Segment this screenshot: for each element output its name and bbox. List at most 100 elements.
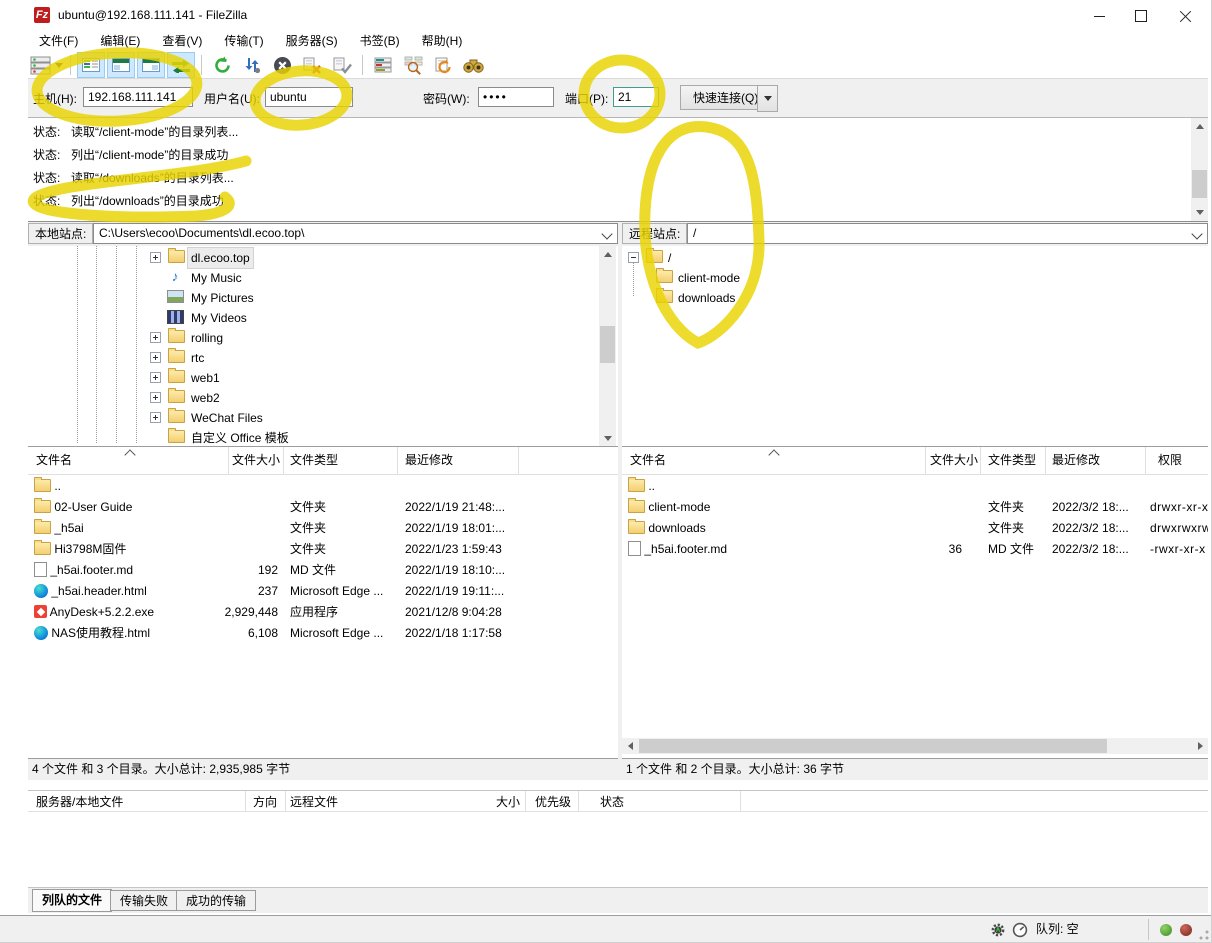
column-filename[interactable]: 文件名 [630, 447, 666, 474]
port-input[interactable] [613, 87, 659, 107]
collapse-icon[interactable] [628, 252, 639, 263]
file-row[interactable]: client-mode 文件夹 2022/3/2 18:... drwxr-xr… [622, 497, 1208, 518]
resize-grip[interactable] [1199, 930, 1209, 940]
expand-icon[interactable] [150, 412, 161, 423]
file-row[interactable]: 02-User Guide 文件夹 2022/1/19 21:48:... [28, 497, 618, 518]
scroll-up-icon[interactable] [1191, 118, 1208, 135]
expand-icon[interactable] [150, 332, 161, 343]
tree-item-label[interactable]: web1 [191, 368, 220, 388]
menu-view[interactable]: 查看(V) [151, 30, 213, 52]
maximize-button[interactable] [1124, 5, 1158, 27]
process-queue-button[interactable] [238, 52, 266, 78]
chevron-down-icon[interactable] [601, 228, 612, 239]
expand-icon[interactable] [150, 372, 161, 383]
log-scroll-thumb[interactable] [1192, 170, 1207, 198]
tree-item-label[interactable]: downloads [678, 288, 735, 308]
file-row[interactable]: _h5ai.header.html 237 Microsoft Edge ...… [28, 581, 618, 602]
scroll-down-icon[interactable] [1191, 204, 1208, 221]
tree-item-dl-ecoo-top[interactable]: dl.ecoo.top [28, 248, 618, 268]
tree-item-label[interactable]: My Pictures [191, 288, 254, 308]
speed-limit-gauge-icon[interactable] [1012, 922, 1028, 938]
scroll-right-icon[interactable] [1192, 738, 1208, 754]
scroll-up-icon[interactable] [599, 246, 616, 263]
column-filetype[interactable]: 文件类型 [988, 447, 1036, 474]
tree-item-label[interactable]: / [668, 248, 671, 268]
remote-site-combo[interactable]: / [687, 223, 1208, 244]
column-priority[interactable]: 优先级 [535, 791, 571, 813]
tree-item-web2[interactable]: web2 [28, 388, 618, 408]
tree-item-label[interactable]: rolling [191, 328, 223, 348]
tree-item-rtc[interactable]: rtc [28, 348, 618, 368]
toggle-remote-tree-button[interactable] [137, 52, 165, 78]
column-filetype[interactable]: 文件类型 [290, 447, 338, 474]
file-row[interactable]: Hi3798M固件 文件夹 2022/1/23 1:59:43 [28, 539, 618, 560]
tree-item-custom-office-templates[interactable]: 自定义 Office 模板 [28, 428, 618, 447]
expand-icon[interactable] [150, 392, 161, 403]
column-status[interactable]: 状态 [600, 791, 624, 813]
file-row[interactable]: .. [622, 476, 1208, 497]
local-site-combo[interactable]: C:\Users\ecoo\Documents\dl.ecoo.top\ [93, 223, 618, 244]
reconnect-button[interactable] [328, 52, 356, 78]
column-filename[interactable]: 文件名 [36, 447, 72, 474]
password-input[interactable] [478, 87, 554, 107]
file-row[interactable]: _h5ai.footer.md 192 MD 文件 2022/1/19 18:1… [28, 560, 618, 581]
expand-icon[interactable] [150, 352, 161, 363]
file-row[interactable]: AnyDesk+5.2.2.exe 2,929,448 应用程序 2021/12… [28, 602, 618, 623]
tree-item-label[interactable]: rtc [191, 348, 204, 368]
menu-edit[interactable]: 编辑(E) [89, 30, 151, 52]
column-remote-file[interactable]: 远程文件 [290, 791, 338, 813]
file-row[interactable]: downloads 文件夹 2022/3/2 18:... drwxrwxrwx [622, 518, 1208, 539]
expand-icon[interactable] [150, 252, 161, 263]
local-tree-scroll-thumb[interactable] [600, 326, 615, 363]
file-row[interactable]: NAS使用教程.html 6,108 Microsoft Edge ... 20… [28, 623, 618, 644]
tab-queued-files[interactable]: 列队的文件 [32, 889, 112, 912]
disconnect-button[interactable] [298, 52, 326, 78]
log-scrollbar[interactable] [1191, 118, 1208, 221]
tree-item-root[interactable]: / [622, 248, 1208, 268]
tree-item-label[interactable]: web2 [191, 388, 220, 408]
minimize-button[interactable] [1082, 5, 1116, 27]
toggle-transfer-queue-button[interactable] [167, 52, 195, 78]
remote-hscroll-thumb[interactable] [639, 739, 1107, 753]
tree-item-label[interactable]: My Videos [191, 308, 247, 328]
tree-item-web1[interactable]: web1 [28, 368, 618, 388]
tree-item-label[interactable]: My Music [191, 268, 242, 288]
file-row[interactable]: _h5ai.footer.md 36 MD 文件 2022/3/2 18:...… [622, 539, 1208, 560]
tree-item-my-music[interactable]: My Music [28, 268, 618, 288]
toggle-local-tree-button[interactable] [107, 52, 135, 78]
cancel-operation-button[interactable] [268, 52, 296, 78]
tab-failed-transfers[interactable]: 传输失败 [110, 890, 178, 911]
close-button[interactable] [1168, 5, 1202, 27]
tree-item-my-videos[interactable]: My Videos [28, 308, 618, 328]
column-filesize[interactable]: 文件大小 [930, 447, 978, 474]
site-manager-button[interactable] [29, 52, 64, 78]
synchronized-browsing-button[interactable] [429, 52, 457, 78]
menu-transfer[interactable]: 传输(T) [213, 30, 274, 52]
column-server-local-file[interactable]: 服务器/本地文件 [36, 791, 123, 813]
scroll-down-icon[interactable] [599, 430, 616, 447]
tree-item-label[interactable]: 自定义 Office 模板 [191, 428, 289, 447]
tree-item-wechat-files[interactable]: WeChat Files [28, 408, 618, 428]
menu-help[interactable]: 帮助(H) [411, 30, 474, 52]
file-row[interactable]: _h5ai 文件夹 2022/1/19 18:01:... [28, 518, 618, 539]
column-size[interactable]: 大小 [496, 791, 520, 813]
scroll-left-icon[interactable] [622, 738, 638, 754]
host-input[interactable] [83, 87, 193, 107]
toggle-log-view-button[interactable] [77, 52, 105, 78]
refresh-button[interactable] [208, 52, 236, 78]
tree-item-downloads[interactable]: downloads [622, 288, 1208, 308]
tab-successful-transfers[interactable]: 成功的传输 [176, 890, 256, 911]
tree-item-label[interactable]: dl.ecoo.top [188, 248, 253, 268]
directory-compare-button[interactable] [399, 52, 427, 78]
column-modified[interactable]: 最近修改 [405, 447, 453, 474]
column-filesize[interactable]: 文件大小 [232, 447, 280, 474]
quickconnect-dropdown[interactable] [757, 85, 778, 112]
menu-file[interactable]: 文件(F) [28, 30, 89, 52]
username-input[interactable] [265, 87, 353, 107]
chevron-down-icon[interactable] [1191, 228, 1202, 239]
column-permissions[interactable]: 权限 [1158, 447, 1182, 474]
tree-item-label[interactable]: WeChat Files [191, 408, 263, 428]
local-tree-scrollbar[interactable] [599, 246, 616, 447]
tree-item-my-pictures[interactable]: My Pictures [28, 288, 618, 308]
column-modified[interactable]: 最近修改 [1052, 447, 1100, 474]
